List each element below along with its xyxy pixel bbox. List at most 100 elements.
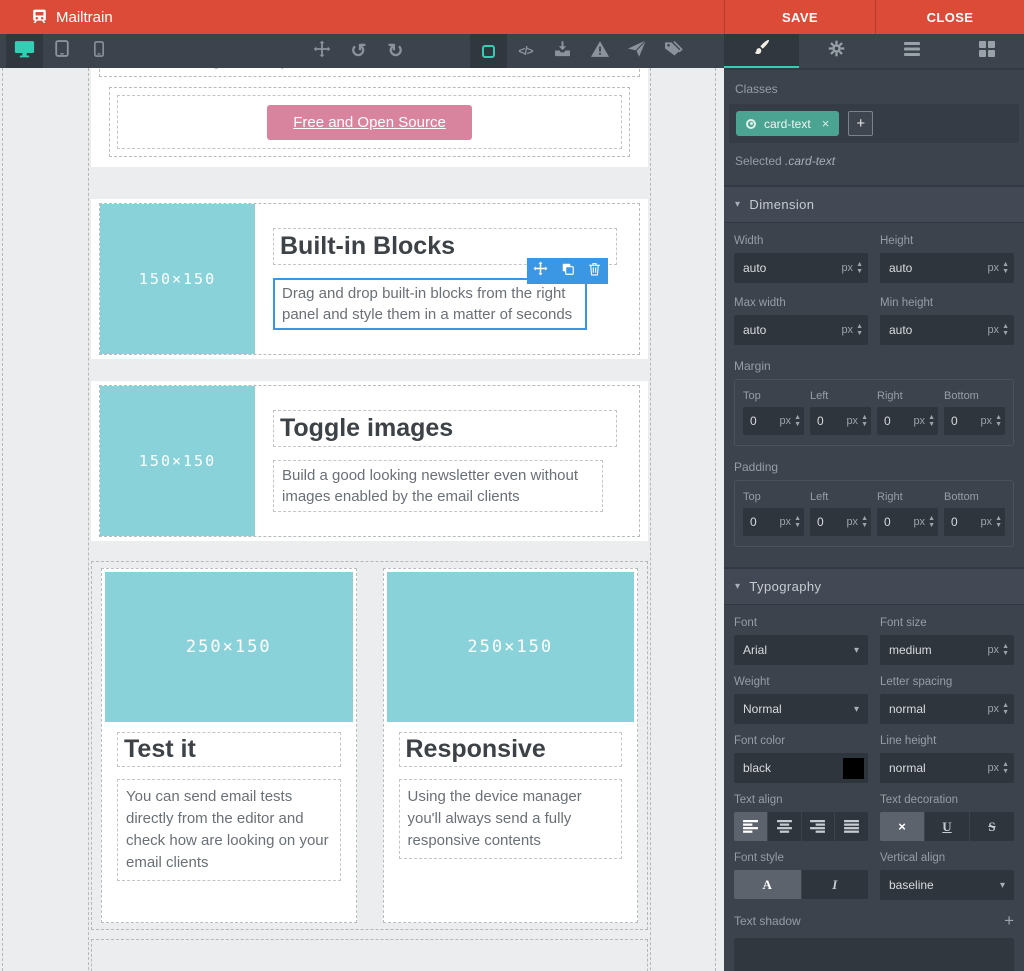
align-right-button[interactable] <box>802 812 836 841</box>
feature-card-section[interactable]: 150×150 Toggle images Build a good looki… <box>91 381 648 541</box>
device-desktop-button[interactable] <box>6 34 43 68</box>
remove-class-icon[interactable]: × <box>822 116 830 131</box>
decoration-none-button[interactable]: × <box>880 812 925 841</box>
intro-text[interactable]: Import, build, test and export responsiv… <box>99 68 640 77</box>
tab-settings[interactable] <box>799 34 874 68</box>
image-placeholder[interactable]: 150×150 <box>100 204 255 354</box>
add-class-button[interactable]: + <box>848 111 873 136</box>
add-shadow-icon[interactable]: + <box>1004 911 1014 931</box>
margin-top-input[interactable] <box>750 414 775 428</box>
decoration-strikethrough-button[interactable]: S <box>970 812 1014 841</box>
card-title[interactable]: Toggle images <box>273 410 617 447</box>
vertical-align-select[interactable]: baseline▾ <box>880 870 1014 900</box>
padding-left-input[interactable] <box>817 515 842 529</box>
card-text[interactable]: You can send email tests directly from t… <box>117 779 341 881</box>
send-test-button[interactable] <box>618 34 655 68</box>
stepper[interactable]: ▲▼ <box>928 515 935 529</box>
section-header-typography[interactable]: ▾ Typography <box>724 567 1024 605</box>
image-placeholder[interactable]: 250×150 <box>387 572 635 722</box>
height-input[interactable] <box>889 261 983 275</box>
newsletter-container[interactable]: Import, build, test and export responsiv… <box>88 68 651 971</box>
target-dot-icon[interactable] <box>746 119 756 129</box>
merge-tags-button[interactable] <box>655 34 692 68</box>
close-button[interactable]: CLOSE <box>875 0 1024 34</box>
empty-section[interactable] <box>91 939 648 971</box>
stepper[interactable]: ▲▼ <box>794 414 801 428</box>
card-text[interactable]: Build a good looking newsletter even wit… <box>273 460 603 512</box>
align-center-button[interactable] <box>768 812 802 841</box>
toggle-borders-button[interactable] <box>470 34 507 68</box>
grid-card[interactable]: 250×150 Responsive Using the device mana… <box>383 568 639 923</box>
stepper[interactable]: ▲▼ <box>1002 261 1009 275</box>
stepper[interactable]: ▲▼ <box>995 515 1002 529</box>
style-bold-button[interactable]: A <box>734 870 802 899</box>
decoration-underline-button[interactable]: U <box>925 812 970 841</box>
stepper[interactable]: ▲▼ <box>1002 761 1009 775</box>
import-template-button[interactable] <box>544 34 581 68</box>
margin-bottom-input[interactable] <box>951 414 976 428</box>
stepper[interactable]: ▲▼ <box>1002 702 1009 716</box>
stepper[interactable]: ▲▼ <box>1002 323 1009 337</box>
stepper[interactable]: ▲▼ <box>995 414 1002 428</box>
align-left-button[interactable] <box>734 812 768 841</box>
font-select[interactable]: Arial▾ <box>734 635 868 665</box>
padding-top-input[interactable] <box>750 515 775 529</box>
weight-select[interactable]: Normal▾ <box>734 694 868 724</box>
cta-section[interactable]: Free and Open Source <box>109 87 630 157</box>
class-tag[interactable]: card-text × <box>736 111 839 136</box>
clear-canvas-button[interactable] <box>581 34 618 68</box>
cta-button[interactable]: Free and Open Source <box>267 105 472 140</box>
classes-label: Classes <box>724 70 1024 104</box>
tab-style-manager[interactable] <box>724 34 799 68</box>
max-width-input[interactable] <box>743 323 837 337</box>
width-input[interactable] <box>743 261 837 275</box>
fullscreen-move-button[interactable] <box>303 34 340 68</box>
padding-bottom-input[interactable] <box>951 515 976 529</box>
tab-layers[interactable] <box>874 34 949 68</box>
stepper[interactable]: ▲▼ <box>1002 643 1009 657</box>
card-title[interactable]: Test it <box>117 732 341 767</box>
align-justify-button[interactable] <box>835 812 868 841</box>
stepper[interactable]: ▲▼ <box>928 414 935 428</box>
text-shadow-list[interactable] <box>734 938 1014 971</box>
cta-cell[interactable]: Free and Open Source <box>117 95 622 149</box>
stepper[interactable]: ▲▼ <box>856 323 863 337</box>
selected-card-text[interactable]: Drag and drop built-in blocks from the r… <box>273 278 587 330</box>
undo-button[interactable]: ↺ <box>340 34 377 68</box>
style-italic-button[interactable]: I <box>802 870 869 899</box>
delete-element-button[interactable] <box>581 258 608 284</box>
min-height-input[interactable] <box>889 323 983 337</box>
two-column-section[interactable]: 250×150 Test it You can send email tests… <box>91 561 648 930</box>
card-title[interactable]: Responsive <box>399 732 623 767</box>
color-swatch[interactable] <box>843 758 864 779</box>
feature-card-section[interactable]: 150×150 Built-in Blocks Drag and drop bu… <box>91 199 648 359</box>
open-code-button[interactable]: </> <box>507 34 544 68</box>
card-text[interactable]: Using the device manager you'll always s… <box>399 779 623 859</box>
section-header-dimension[interactable]: ▾ Dimension <box>724 185 1024 223</box>
image-placeholder[interactable]: 250×150 <box>105 572 353 722</box>
feature-card[interactable]: 150×150 Toggle images Build a good looki… <box>99 385 640 537</box>
grid-card[interactable]: 250×150 Test it You can send email tests… <box>101 568 357 923</box>
stepper[interactable]: ▲▼ <box>861 414 868 428</box>
drag-element-button[interactable] <box>527 258 554 284</box>
line-height-input[interactable] <box>889 761 983 775</box>
margin-right-input[interactable] <box>884 414 909 428</box>
canvas[interactable]: Import, build, test and export responsiv… <box>0 68 724 971</box>
copy-element-button[interactable] <box>554 258 581 284</box>
stepper[interactable]: ▲▼ <box>861 515 868 529</box>
feature-card[interactable]: 150×150 Built-in Blocks Drag and drop bu… <box>99 203 640 355</box>
letter-spacing-input[interactable] <box>889 702 983 716</box>
font-color-input[interactable] <box>743 761 839 775</box>
tab-blocks[interactable] <box>949 34 1024 68</box>
font-size-input[interactable] <box>889 643 983 657</box>
device-tablet-button[interactable] <box>43 34 80 68</box>
save-button[interactable]: SAVE <box>724 0 875 34</box>
margin-left-input[interactable] <box>817 414 842 428</box>
stepper[interactable]: ▲▼ <box>794 515 801 529</box>
image-placeholder[interactable]: 150×150 <box>100 386 255 536</box>
intro-section[interactable]: Import, build, test and export responsiv… <box>91 68 648 167</box>
device-mobile-button[interactable] <box>80 34 117 68</box>
padding-right-input[interactable] <box>884 515 909 529</box>
redo-button[interactable]: ↻ <box>377 34 414 68</box>
stepper[interactable]: ▲▼ <box>856 261 863 275</box>
